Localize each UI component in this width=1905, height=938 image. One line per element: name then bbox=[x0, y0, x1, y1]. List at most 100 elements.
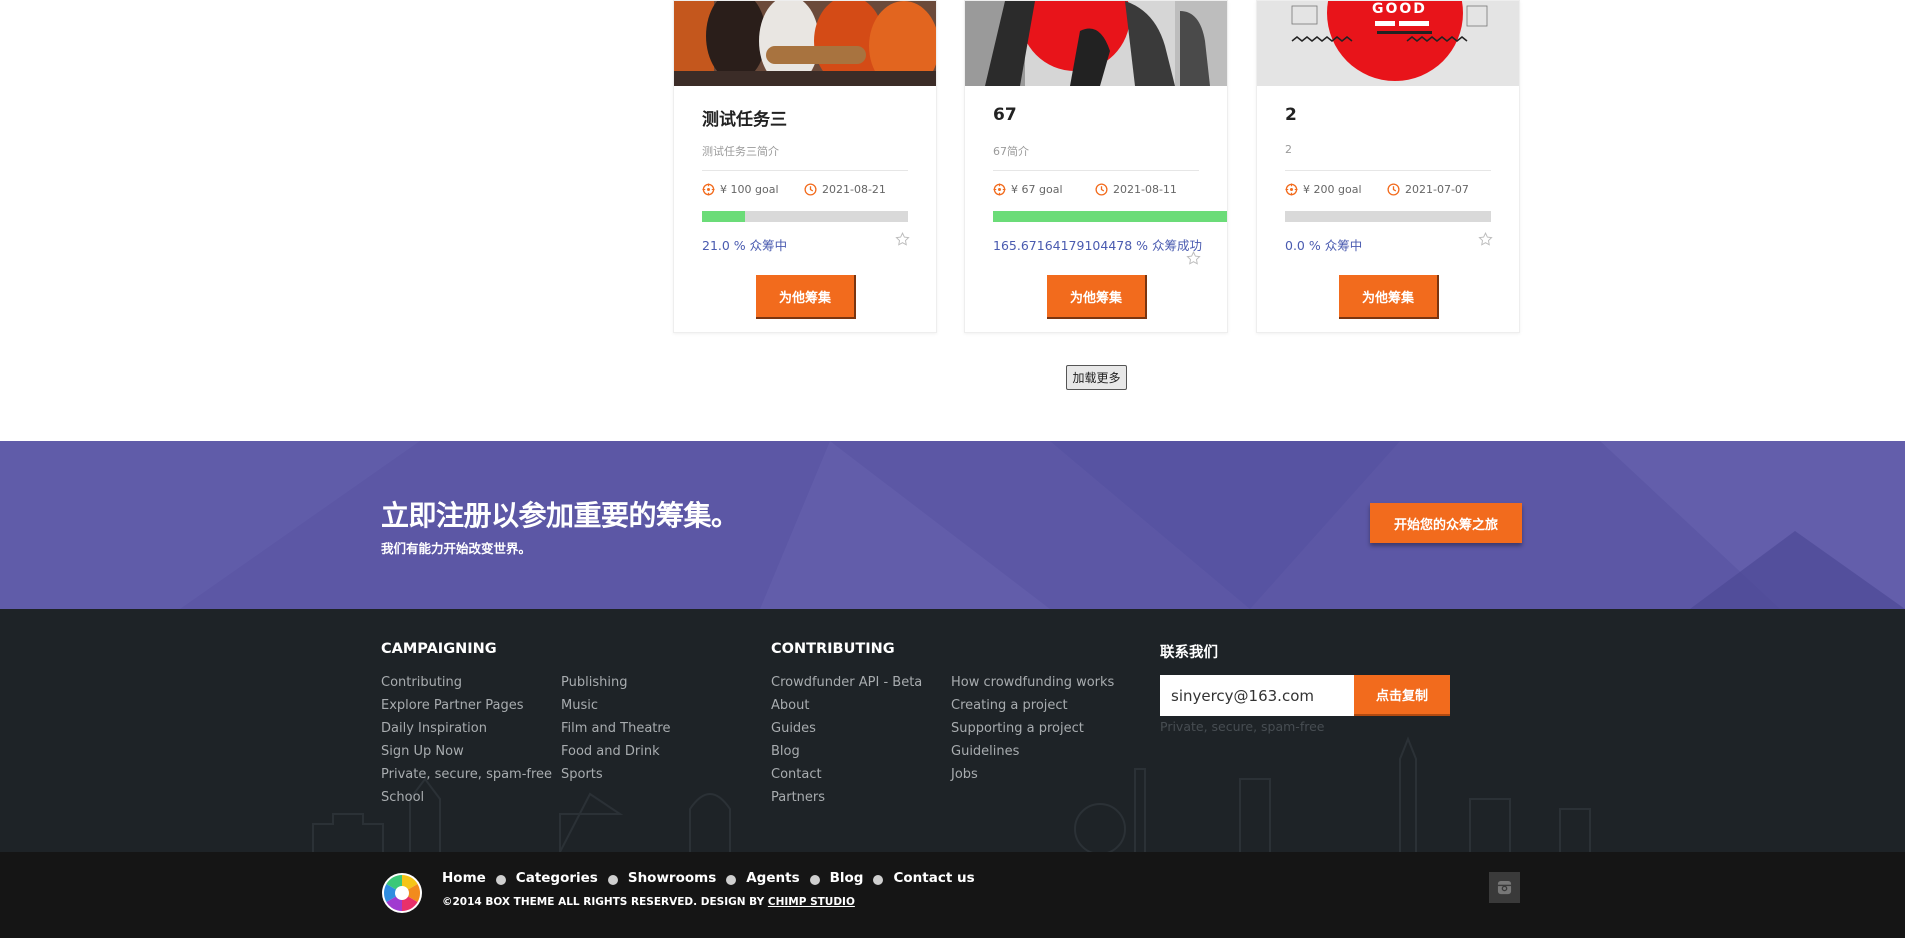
divider bbox=[1285, 170, 1491, 171]
nav-separator bbox=[873, 875, 884, 885]
nav-showrooms[interactable]: Showrooms bbox=[628, 870, 716, 886]
bottom-bar: Home Categories Showrooms Agents Blog Co… bbox=[0, 852, 1905, 938]
goal-meta: ¥ 200 goal bbox=[1285, 183, 1362, 196]
footer-link-blog[interactable]: Blog bbox=[771, 744, 922, 767]
load-more-button[interactable]: 加载更多 bbox=[1066, 365, 1127, 390]
footer-link-daily-inspiration[interactable]: Daily Inspiration bbox=[381, 721, 552, 744]
star-icon[interactable] bbox=[895, 232, 910, 247]
instagram-icon[interactable] bbox=[1489, 872, 1520, 903]
contributing-heading: CONTRIBUTING bbox=[771, 641, 895, 657]
footer-link-creating-project[interactable]: Creating a project bbox=[951, 698, 1114, 721]
site-logo[interactable] bbox=[381, 872, 423, 914]
campaigning-links-col1: Contributing Explore Partner Pages Daily… bbox=[381, 675, 552, 813]
background-pattern bbox=[0, 441, 1905, 609]
goal-amount: ¥ 200 goal bbox=[1303, 183, 1362, 196]
campaigning-heading: CAMPAIGNING bbox=[381, 641, 497, 657]
footer-link-jobs[interactable]: Jobs bbox=[951, 767, 1114, 790]
footer-link-partners[interactable]: Partners bbox=[771, 790, 922, 813]
date-meta: 2021-07-07 bbox=[1387, 183, 1469, 196]
camera-glyph bbox=[1497, 880, 1512, 895]
footer-link-food-drink[interactable]: Food and Drink bbox=[561, 744, 670, 767]
project-description: 2 bbox=[1285, 143, 1292, 156]
progress-bar bbox=[993, 211, 1227, 222]
target-icon bbox=[702, 183, 715, 196]
nav-categories[interactable]: Categories bbox=[516, 870, 598, 886]
nav-home[interactable]: Home bbox=[442, 870, 486, 886]
contributing-links-col1: Crowdfunder API - Beta About Guides Blog… bbox=[771, 675, 922, 813]
footer-link-music[interactable]: Music bbox=[561, 698, 670, 721]
footer-link-contributing[interactable]: Contributing bbox=[381, 675, 552, 698]
project-card: 测试任务三 测试任务三简介 ¥ 100 goal 2021-08-21 21.0… bbox=[673, 0, 937, 333]
footer-link-about[interactable]: About bbox=[771, 698, 922, 721]
project-image[interactable]: GOOD bbox=[1257, 1, 1519, 86]
target-icon bbox=[1285, 183, 1298, 196]
project-title[interactable]: 测试任务三 bbox=[702, 105, 787, 130]
bottom-nav: Home Categories Showrooms Agents Blog Co… bbox=[442, 870, 975, 886]
project-cards-section: 测试任务三 测试任务三简介 ¥ 100 goal 2021-08-21 21.0… bbox=[0, 0, 1905, 441]
designer-link[interactable]: CHIMP STUDIO bbox=[768, 896, 855, 908]
clock-icon bbox=[1095, 183, 1108, 196]
site-footer: CAMPAIGNING Contributing Explore Partner… bbox=[0, 609, 1905, 852]
project-card: GOOD 2 2 ¥ 200 goal 2021-07-07 0.0 % 众筹中… bbox=[1256, 0, 1520, 333]
end-date: 2021-08-21 bbox=[822, 183, 886, 196]
progress-bar bbox=[1285, 211, 1491, 222]
footer-link-contact[interactable]: Contact bbox=[771, 767, 922, 790]
end-date: 2021-08-11 bbox=[1113, 183, 1177, 196]
promo-title: 立即注册以参加重要的筹集。 bbox=[381, 499, 739, 532]
footer-link-sports[interactable]: Sports bbox=[561, 767, 670, 790]
fund-button[interactable]: 为他筹集 bbox=[1047, 275, 1147, 319]
fund-button[interactable]: 为他筹集 bbox=[756, 275, 856, 319]
footer-link-school[interactable]: School bbox=[381, 790, 552, 813]
divider bbox=[993, 170, 1199, 171]
end-date: 2021-07-07 bbox=[1405, 183, 1469, 196]
project-image[interactable] bbox=[674, 1, 936, 86]
footer-link-film-theatre[interactable]: Film and Theatre bbox=[561, 721, 670, 744]
nav-contact-us[interactable]: Contact us bbox=[893, 870, 974, 886]
nav-agents[interactable]: Agents bbox=[746, 870, 799, 886]
footer-link-supporting-project[interactable]: Supporting a project bbox=[951, 721, 1114, 744]
date-meta: 2021-08-21 bbox=[804, 183, 886, 196]
date-meta: 2021-08-11 bbox=[1095, 183, 1177, 196]
contributing-links-col2: How crowdfunding works Creating a projec… bbox=[951, 675, 1114, 790]
project-title[interactable]: 2 bbox=[1285, 105, 1297, 125]
goal-amount: ¥ 100 goal bbox=[720, 183, 779, 196]
project-image[interactable] bbox=[965, 1, 1227, 86]
nav-separator bbox=[809, 875, 820, 885]
progress-text: 165.6716417910447​8 % 众筹成功 bbox=[993, 238, 1202, 253]
progress-bar bbox=[702, 211, 908, 222]
footer-link-api[interactable]: Crowdfunder API - Beta bbox=[771, 675, 922, 698]
goal-amount: ¥ 67 goal bbox=[1011, 183, 1063, 196]
project-description: 测试任务三简介 bbox=[702, 145, 779, 158]
fund-button[interactable]: 为他筹集 bbox=[1339, 275, 1439, 319]
start-crowdfunding-button[interactable]: 开始您的众筹之旅 bbox=[1370, 503, 1522, 543]
footer-link-guidelines[interactable]: Guidelines bbox=[951, 744, 1114, 767]
clock-icon bbox=[1387, 183, 1400, 196]
project-description: 67简介 bbox=[993, 145, 1029, 158]
privacy-note: Private, secure, spam-free bbox=[1160, 719, 1325, 734]
star-icon[interactable] bbox=[1186, 251, 1201, 266]
nav-separator bbox=[495, 875, 506, 885]
promo-subtitle: 我们有能力开始改变世界。 bbox=[381, 541, 532, 556]
star-icon[interactable] bbox=[1478, 232, 1493, 247]
project-card: 67 67简介 ¥ 67 goal 2021-08-11 165.6716417… bbox=[964, 0, 1228, 333]
nav-separator bbox=[726, 875, 737, 885]
footer-link-explore-partner-pages[interactable]: Explore Partner Pages bbox=[381, 698, 552, 721]
progress-text: 0.0 % 众筹中 bbox=[1285, 238, 1363, 253]
project-title[interactable]: 67 bbox=[993, 105, 1017, 125]
footer-link-guides[interactable]: Guides bbox=[771, 721, 922, 744]
progress-fill bbox=[702, 211, 746, 222]
contact-heading: 联系我们 bbox=[1160, 645, 1218, 661]
copy-email-button[interactable]: 点击复制 bbox=[1354, 675, 1450, 716]
goal-meta: ¥ 67 goal bbox=[993, 183, 1063, 196]
clock-icon bbox=[804, 183, 817, 196]
footer-link-publishing[interactable]: Publishing bbox=[561, 675, 670, 698]
goal-meta: ¥ 100 goal bbox=[702, 183, 779, 196]
divider bbox=[702, 170, 908, 171]
nav-blog[interactable]: Blog bbox=[830, 870, 864, 886]
svg-text:GOOD: GOOD bbox=[1372, 1, 1427, 17]
footer-link-private-secure[interactable]: Private, secure, spam-free bbox=[381, 767, 552, 790]
target-icon bbox=[993, 183, 1006, 196]
footer-link-how-it-works[interactable]: How crowdfunding works bbox=[951, 675, 1114, 698]
footer-link-sign-up-now[interactable]: Sign Up Now bbox=[381, 744, 552, 767]
email-field[interactable]: sinyercy@163.com bbox=[1160, 675, 1355, 716]
